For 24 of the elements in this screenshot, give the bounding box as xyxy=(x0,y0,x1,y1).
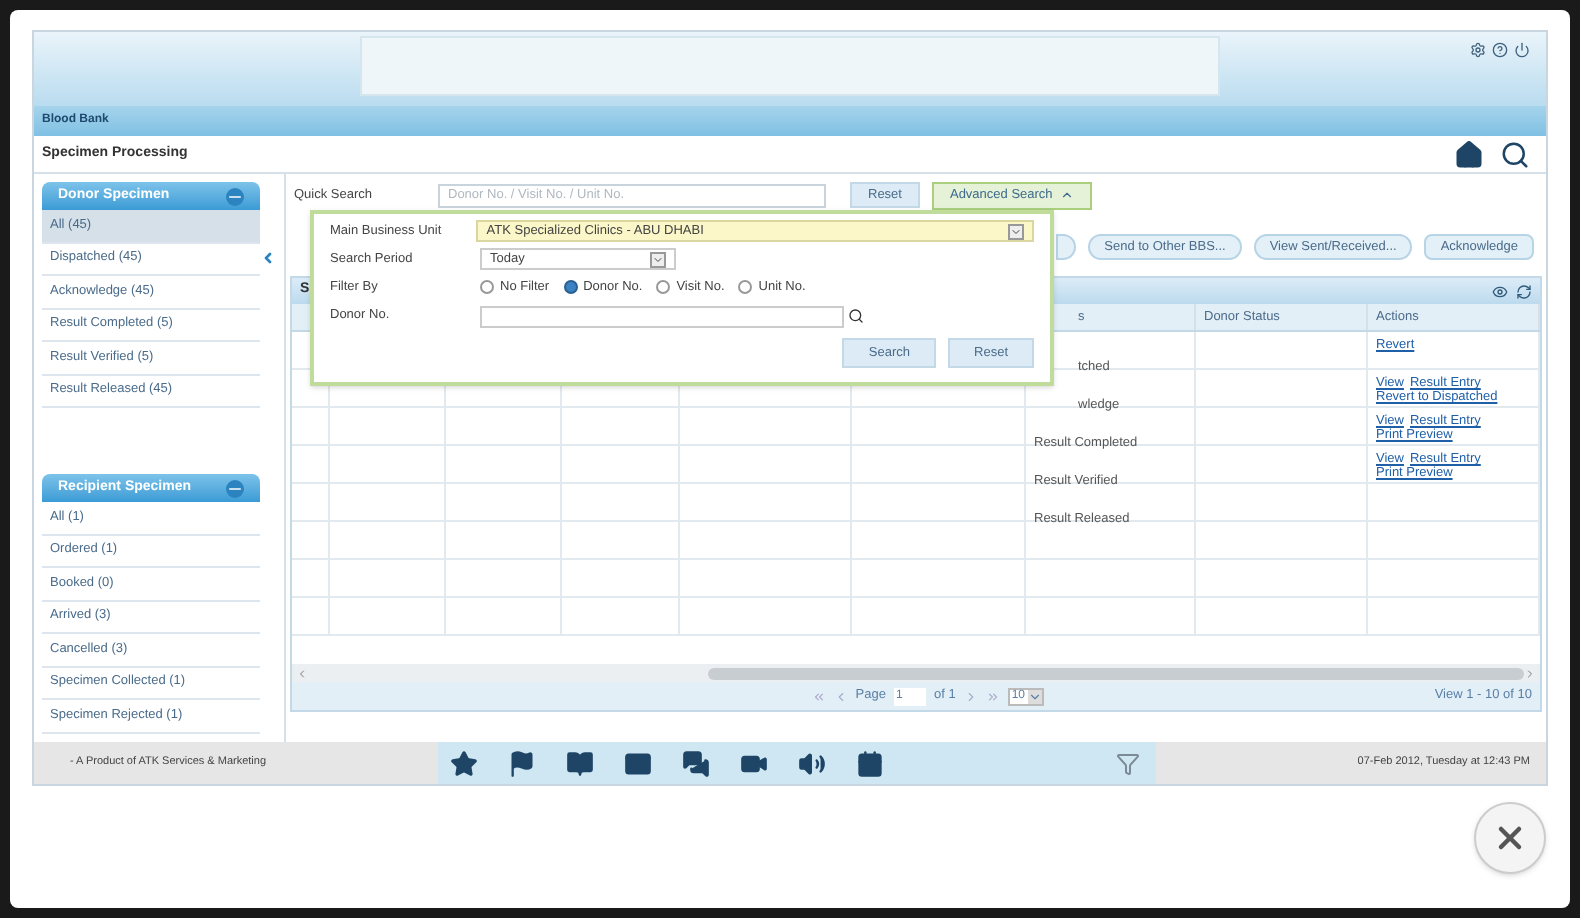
dropdown-icon xyxy=(1008,223,1024,239)
refresh-icon[interactable] xyxy=(1516,283,1532,299)
search-icon[interactable] xyxy=(848,308,864,324)
close-button[interactable] xyxy=(1474,802,1546,874)
speaker-icon[interactable] xyxy=(798,749,826,777)
home-icon[interactable] xyxy=(1454,139,1484,169)
dropdown-icon xyxy=(1027,689,1042,703)
book-icon[interactable] xyxy=(566,749,594,777)
dropdown-icon xyxy=(650,251,666,267)
chat-icon[interactable] xyxy=(682,749,710,777)
calendar-icon[interactable] xyxy=(856,749,884,777)
scrollbar-thumb[interactable] xyxy=(708,667,1524,679)
collapse-icon[interactable] xyxy=(226,187,245,205)
filter-icon[interactable] xyxy=(1116,751,1140,775)
collapse-icon[interactable] xyxy=(226,479,245,497)
star-icon[interactable] xyxy=(450,749,478,777)
power-icon[interactable] xyxy=(1514,42,1530,58)
flag-icon[interactable] xyxy=(508,749,536,777)
donor-number-field[interactable] xyxy=(480,305,844,327)
settings-icon[interactable] xyxy=(1470,42,1486,58)
search-icon[interactable] xyxy=(1500,139,1530,169)
eye-icon[interactable] xyxy=(1492,283,1508,299)
help-icon[interactable] xyxy=(1492,42,1508,58)
caret-icon xyxy=(1060,188,1075,202)
